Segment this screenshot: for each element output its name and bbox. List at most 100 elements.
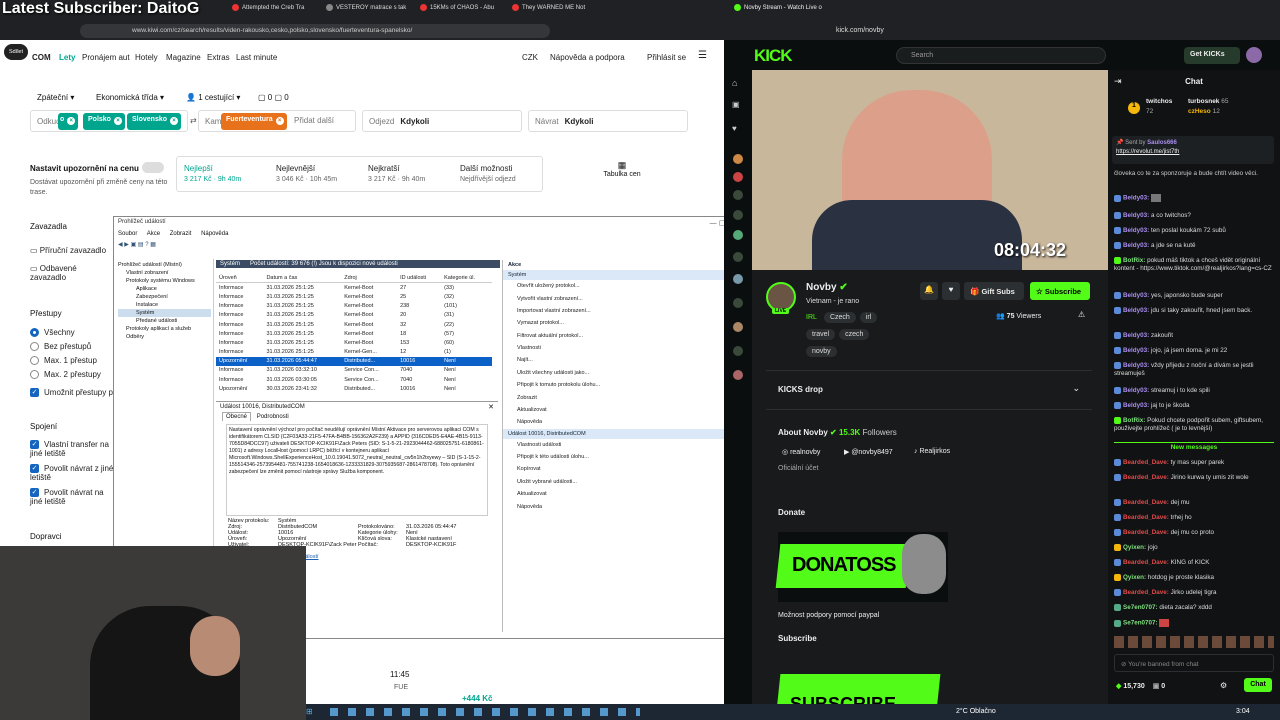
category-link[interactable]: IRL — [806, 314, 817, 321]
tree-item[interactable]: Instalace — [118, 301, 211, 309]
follow-heart-button[interactable]: ♥ — [942, 282, 960, 300]
channel-avatar[interactable] — [733, 210, 743, 220]
sort-fastest[interactable]: Nejkratší 3 217 Kč · 9h 40m — [368, 164, 425, 183]
sort-more[interactable]: Další možnosti Nejdřívější odjezd — [460, 164, 516, 183]
swap-icon[interactable]: ⇄ — [190, 116, 197, 125]
login-button[interactable]: Přihlásit se — [647, 53, 686, 62]
checked-bag[interactable]: ▭ Odbavené zavazadlo — [30, 264, 110, 282]
browser-tab[interactable]: VESTEROY matrace s tak — [326, 4, 414, 20]
chat-settings-icon[interactable]: ⚙ — [1220, 681, 1227, 690]
action-item[interactable]: Vlastnosti — [503, 342, 738, 354]
browser-tab[interactable]: They WARNED ME Not — [512, 4, 602, 20]
event-row[interactable]: Informace 31.03.2026 03:32:10 Service Con.… — [216, 366, 492, 375]
tree-item[interactable]: Protokoly systému Windows — [118, 277, 211, 285]
event-row[interactable]: Informace 31.03.2026 25:1:25 Kernel-Boot 15… — [216, 338, 492, 347]
browser-tab[interactable]: Attempted the Creb Tra — [232, 4, 320, 20]
share-button[interactable]: Sdílet — [4, 44, 28, 60]
event-row[interactable]: Informace 31.03.2026 25:1:25 Kernel-Boot 20… — [216, 311, 492, 320]
emote-bar[interactable] — [1114, 636, 1274, 648]
destination-chip[interactable]: Fuerteventura × — [221, 113, 287, 130]
return-to[interactable]: ✓ Povolit návrat na jiné letiště — [30, 488, 114, 506]
stops-max1[interactable]: Max. 1 přestup — [30, 356, 97, 366]
action-item[interactable]: Aktualizovat — [503, 488, 738, 500]
action-item[interactable]: Filtrovat aktuální protokol... — [503, 330, 738, 342]
nav-lety[interactable]: Lety — [59, 53, 75, 62]
home-icon[interactable]: ⌂ — [732, 78, 742, 88]
currency-selector[interactable]: CZK — [522, 53, 538, 62]
tag[interactable]: Czech — [823, 312, 856, 323]
action-item[interactable]: Importovat vlastní zobrazení... — [503, 305, 738, 317]
event-row[interactable]: Upozornění 30.03.2026 23:41:32 Distributed… — [216, 384, 492, 393]
tree-item[interactable]: Vlastní zobrazení — [118, 269, 211, 277]
bags[interactable]: ▢ 0 ▢ 0 — [258, 93, 289, 102]
tree-item[interactable]: Zabezpečení — [118, 293, 211, 301]
notification-bell-button[interactable]: 🔔 — [920, 282, 938, 300]
kicks-drop-panel[interactable]: KICKS drop ⌄ — [766, 370, 1092, 410]
channel-avatar[interactable] — [733, 172, 743, 182]
nav-last-minute[interactable]: Last minute — [236, 53, 277, 62]
channel-avatar[interactable] — [733, 154, 743, 164]
action-item[interactable]: Vymazat protokol... — [503, 317, 738, 329]
column-header[interactable]: Úroveň — [216, 273, 263, 283]
avatar[interactable] — [1246, 47, 1262, 63]
event-row[interactable]: Informace 31.03.2026 25:1:25 Kernel-Boot 18… — [216, 329, 492, 338]
column-header[interactable]: Datum a čas — [263, 273, 341, 283]
tag[interactable]: novby — [806, 346, 837, 357]
tab-general[interactable]: Obecné — [222, 412, 252, 421]
channel-avatar[interactable] — [733, 346, 743, 356]
menu-file[interactable]: Soubor — [118, 231, 137, 237]
get-kicks-button[interactable]: Get KICKs — [1184, 47, 1240, 64]
event-row[interactable]: Informace 31.03.2026 03:30:05 Service Con.… — [216, 375, 492, 384]
address-bar[interactable]: kick.com/novby — [836, 24, 1096, 38]
cabin-bag[interactable]: ▭ Příruční zavazadlo — [30, 246, 106, 255]
address-bar[interactable]: www.kiwi.com/cz/search/results/viden-rak… — [80, 24, 550, 38]
action-item[interactable]: Otevřít uložený protokol... — [503, 280, 738, 292]
following-icon[interactable]: ♥ — [732, 124, 742, 134]
sort-cheapest[interactable]: Nejlevnější 3 046 Kč · 10h 45m — [276, 164, 337, 183]
tree-item[interactable]: Aplikace — [118, 285, 211, 293]
price-table-button[interactable]: ▦ Tabulka cen — [600, 160, 644, 178]
action-item[interactable]: Uložit všechny události jako... — [503, 367, 738, 379]
browse-icon[interactable]: ▣ — [732, 100, 742, 110]
trip-type[interactable]: Zpáteční ▾ — [37, 93, 74, 102]
tag[interactable]: czech — [839, 329, 870, 340]
stops-all[interactable]: Všechny — [30, 328, 75, 338]
channel-avatar[interactable] — [733, 252, 743, 262]
origin-chip[interactable]: Polsko × — [83, 113, 125, 130]
tree-item[interactable]: Prohlížeč událostí (Místní) — [118, 261, 211, 269]
price-alert-toggle[interactable] — [142, 162, 164, 173]
tree-item[interactable]: Systém — [118, 309, 211, 317]
stops-nonstop[interactable]: Bez přestupů — [30, 342, 91, 352]
close-icon[interactable]: ✕ — [488, 403, 494, 411]
weather[interactable]: 2°C Oblačno — [956, 708, 996, 715]
browser-tab[interactable]: Novby Stream - Watch Live o — [734, 4, 854, 20]
event-row[interactable]: Informace 31.03.2026 25:1:25 Kernel-Boot 25… — [216, 292, 492, 301]
action-item[interactable]: Připojit k tomuto protokolu úlohu... — [503, 379, 738, 391]
tag[interactable]: travel — [806, 329, 836, 340]
tree-item[interactable]: Odběry — [118, 333, 211, 341]
menu-action[interactable]: Akce — [147, 231, 160, 237]
taskbar-apps[interactable] — [330, 708, 640, 716]
kiwi-logo[interactable]: COM — [32, 53, 51, 62]
column-header[interactable]: Kategorie úl. — [441, 273, 492, 283]
pinned-message[interactable]: 📌 Sent by Saulos666 https://revolut.me/j… — [1112, 136, 1274, 164]
social-instagram[interactable]: ◎ realnovby — [782, 448, 820, 456]
action-item[interactable]: Vytvořit vlastní zobrazení... — [503, 292, 738, 304]
column-header[interactable]: Zdroj — [341, 273, 397, 283]
clock[interactable]: 3:04 — [1236, 708, 1250, 715]
add-place[interactable]: Přidat další — [294, 116, 334, 125]
search-input[interactable]: Search — [896, 47, 1106, 64]
column-header[interactable]: ID události — [397, 273, 441, 283]
sort-best[interactable]: Nejlepší 3 217 Kč · 9h 40m — [184, 164, 241, 183]
channel-avatar[interactable] — [733, 190, 743, 200]
chat-send-button[interactable]: Chat — [1244, 678, 1272, 692]
action-item[interactable]: Připojit k této události úlohu... — [503, 451, 738, 463]
nav-extras[interactable]: Extras — [207, 53, 230, 62]
help-link[interactable]: Nápověda a podpora — [550, 53, 625, 62]
nav-car-rental[interactable]: Pronájem aut — [82, 53, 130, 62]
event-row[interactable]: Informace 31.03.2026 25:1:25 Kernel-Boot 32… — [216, 320, 492, 329]
cabin-class[interactable]: Ekonomická třída ▾ — [96, 93, 164, 102]
action-item[interactable]: Zobrazit — [503, 391, 738, 403]
action-item[interactable]: Uložit vybrané události... — [503, 476, 738, 488]
channel-avatar[interactable] — [733, 370, 743, 380]
